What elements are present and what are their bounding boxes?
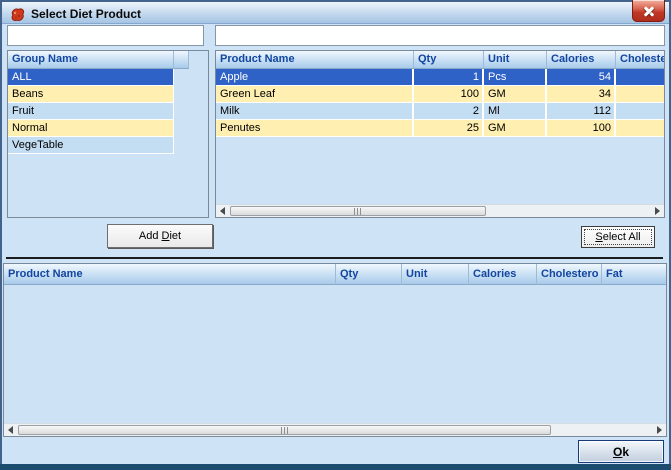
qty-cell: 1 bbox=[414, 69, 484, 85]
group-row-all[interactable]: ALL bbox=[8, 69, 174, 86]
column-header-calories[interactable]: Calories bbox=[547, 51, 616, 69]
section-divider bbox=[6, 257, 663, 259]
qty-cell: 2 bbox=[414, 103, 484, 119]
column-header-group-name[interactable]: Group Name bbox=[8, 51, 174, 69]
cholesterol-cell bbox=[616, 103, 664, 119]
scroll-left-arrow-button[interactable] bbox=[4, 424, 17, 436]
left-triangle-icon bbox=[220, 207, 225, 215]
product-row-apple[interactable]: Apple 1 Pcs 54 bbox=[216, 69, 664, 86]
unit-cell: GM bbox=[484, 120, 547, 136]
window-title: Select Diet Product bbox=[31, 7, 142, 21]
calories-cell: 100 bbox=[547, 120, 616, 136]
scroll-left-arrow-button[interactable] bbox=[216, 205, 229, 217]
group-name-cell: VegeTable bbox=[12, 139, 64, 151]
close-icon bbox=[642, 4, 656, 18]
app-red-blob-icon bbox=[11, 8, 25, 21]
cholesterol-cell bbox=[616, 69, 664, 85]
column-header-stub bbox=[174, 51, 189, 69]
diet-grid-hscrollbar[interactable] bbox=[4, 423, 666, 436]
product-row-penutes[interactable]: Penutes 25 GM 100 bbox=[216, 120, 664, 137]
add-diet-button[interactable]: Add Diet bbox=[107, 224, 213, 248]
column-header-qty[interactable]: Qty bbox=[336, 264, 402, 285]
header-filler bbox=[189, 51, 208, 69]
unit-cell: Pcs bbox=[484, 69, 547, 85]
thumb-grip-icon bbox=[280, 426, 289, 434]
group-row-fruit[interactable]: Fruit bbox=[8, 103, 174, 120]
group-row-vegetable[interactable]: VegeTable bbox=[8, 137, 174, 154]
column-header-unit[interactable]: Unit bbox=[484, 51, 547, 69]
left-triangle-icon bbox=[8, 426, 13, 434]
column-header-cholesterol[interactable]: Cholestero bbox=[537, 264, 602, 285]
group-name-cell: Normal bbox=[12, 122, 48, 134]
scroll-right-arrow-button[interactable] bbox=[651, 205, 664, 217]
product-row-milk[interactable]: Milk 2 Ml 112 bbox=[216, 103, 664, 120]
column-header-product-name[interactable]: Product Name bbox=[216, 51, 414, 69]
select-all-label-mnemonic: S bbox=[595, 231, 603, 243]
window-border-bottom bbox=[0, 464, 671, 470]
product-row-green-leaf[interactable]: Green Leaf 100 GM 34 bbox=[216, 86, 664, 103]
column-header-calories[interactable]: Calories bbox=[469, 264, 537, 285]
calories-cell: 112 bbox=[547, 103, 616, 119]
calories-cell: 54 bbox=[547, 69, 616, 85]
group-row-normal[interactable]: Normal bbox=[8, 120, 174, 137]
diet-grid-header-row: Product Name Qty Unit Calories Cholester… bbox=[4, 264, 666, 285]
group-filter-input[interactable] bbox=[7, 25, 204, 46]
right-triangle-icon bbox=[657, 426, 662, 434]
window-border-left bbox=[0, 0, 2, 470]
product-grid-header-row: Product Name Qty Unit Calories Cholester… bbox=[216, 51, 664, 69]
cholesterol-cell bbox=[616, 120, 664, 136]
add-diet-label-mnemonic: D bbox=[161, 230, 170, 242]
product-filter-input[interactable] bbox=[215, 25, 665, 46]
scroll-thumb[interactable] bbox=[18, 425, 551, 435]
scroll-thumb[interactable] bbox=[230, 206, 486, 216]
group-list-header-row: Group Name bbox=[8, 51, 208, 69]
ok-label-mnemonic: O bbox=[612, 444, 623, 459]
select-all-button[interactable]: Select All bbox=[581, 226, 655, 248]
add-diet-label-pre: Add bbox=[138, 230, 162, 242]
cholesterol-cell bbox=[616, 86, 664, 102]
qty-cell: 25 bbox=[414, 120, 484, 136]
product-grid-hscrollbar[interactable] bbox=[216, 204, 664, 217]
product-name-cell: Apple bbox=[216, 69, 414, 85]
column-header-product-name[interactable]: Product Name bbox=[4, 264, 336, 285]
ok-label-post: k bbox=[622, 444, 630, 459]
add-diet-label-post: iet bbox=[169, 230, 182, 242]
scroll-right-arrow-button[interactable] bbox=[653, 424, 666, 436]
product-name-cell: Penutes bbox=[216, 120, 414, 136]
product-name-cell: Green Leaf bbox=[216, 86, 414, 102]
diet-grid-panel: Product Name Qty Unit Calories Cholester… bbox=[3, 263, 667, 437]
title-bar[interactable]: Select Diet Product bbox=[0, 0, 671, 24]
group-name-cell: Fruit bbox=[12, 105, 34, 117]
column-header-fat[interactable]: Fat bbox=[602, 264, 666, 285]
product-grid-panel: Product Name Qty Unit Calories Cholester… bbox=[215, 50, 665, 218]
thumb-grip-icon bbox=[354, 207, 362, 215]
qty-cell: 100 bbox=[414, 86, 484, 102]
ok-button[interactable]: Ok bbox=[578, 440, 664, 463]
product-name-cell: Milk bbox=[216, 103, 414, 119]
select-all-label-post: elect All bbox=[602, 231, 641, 243]
select-diet-product-dialog: Select Diet Product Group Name ALL Beans… bbox=[0, 0, 671, 470]
column-header-qty[interactable]: Qty bbox=[414, 51, 484, 69]
group-name-cell: ALL bbox=[12, 71, 32, 83]
column-header-cholesterol[interactable]: Cholestero bbox=[616, 51, 664, 69]
column-header-unit[interactable]: Unit bbox=[402, 264, 469, 285]
group-list-panel: Group Name ALL Beans Fruit Normal VegeTa… bbox=[7, 50, 209, 218]
calories-cell: 34 bbox=[547, 86, 616, 102]
unit-cell: Ml bbox=[484, 103, 547, 119]
right-triangle-icon bbox=[655, 207, 660, 215]
close-button[interactable] bbox=[632, 0, 665, 22]
unit-cell: GM bbox=[484, 86, 547, 102]
group-row-beans[interactable]: Beans bbox=[8, 86, 174, 103]
group-name-cell: Beans bbox=[12, 88, 44, 100]
